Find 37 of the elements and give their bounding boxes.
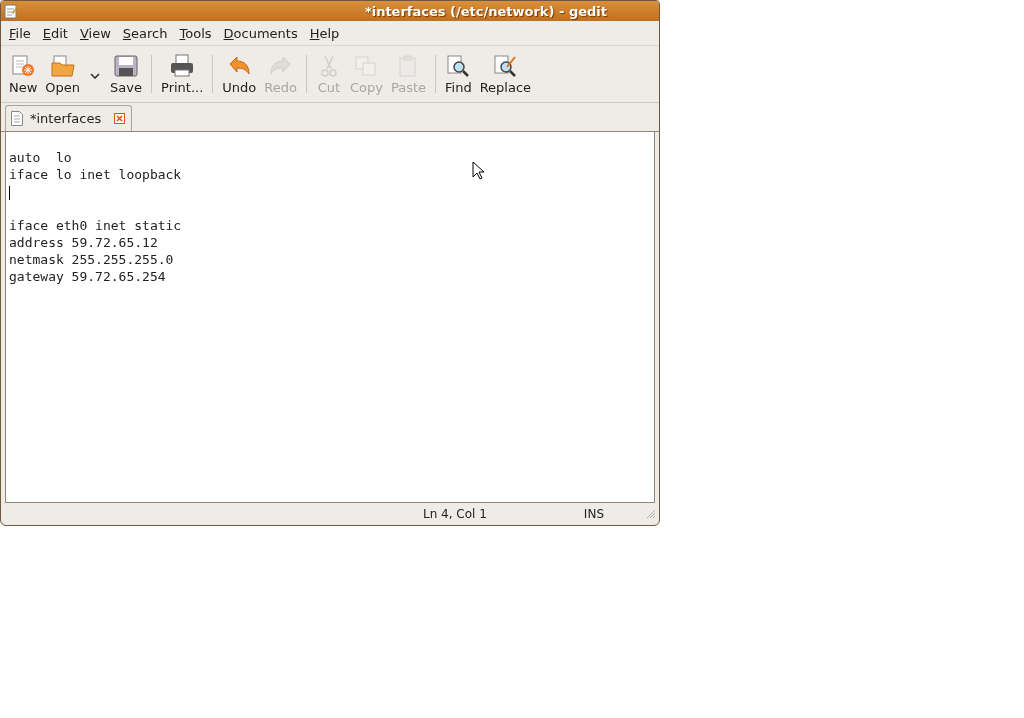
close-icon[interactable]: [114, 113, 126, 124]
toolbar-button[interactable]: Replace: [475, 49, 536, 99]
toolbar-button[interactable]: New: [5, 49, 42, 99]
new-document-icon: [10, 53, 37, 78]
notepad-icon: [3, 3, 19, 19]
text-editor[interactable]: auto lo iface lo inet loopback iface eth0 inet static address 59.72.65.12 netmask 255.255.255.0 gateway 59.72.65.254: [5, 132, 655, 503]
menu-item[interactable]: File: [3, 23, 37, 43]
menu-item[interactable]: Tools: [173, 23, 218, 43]
cursor-position: Ln 4, Col 1: [423, 507, 487, 521]
toolbar-button[interactable]: Undo: [218, 49, 261, 99]
code-line: iface lo inet loopback: [9, 167, 182, 182]
window-title: *interfaces (/etc/network) - gedit: [364, 3, 607, 19]
document-tab[interactable]: *interfaces: [5, 105, 133, 131]
folder-icon: [49, 53, 76, 78]
caret-icon: [90, 72, 101, 79]
toolbar-button[interactable]: Find: [441, 49, 476, 99]
code-line: netmask 255.255.255.0: [9, 252, 174, 267]
magnifier-pencil-icon: [492, 53, 519, 78]
resize-grip-icon[interactable]: [646, 509, 656, 519]
menu-item[interactable]: Documents: [217, 23, 304, 43]
mouse-pointer-icon: [472, 161, 484, 180]
toolbar-button[interactable]: Print...: [157, 49, 208, 99]
menu-item[interactable]: Edit: [36, 23, 74, 43]
tab-label: *interfaces: [30, 111, 102, 126]
menu-item[interactable]: View: [73, 23, 117, 43]
printer-icon: [169, 53, 196, 78]
code-line: auto lo: [9, 150, 72, 165]
toolbar-button[interactable]: Save: [106, 49, 146, 99]
code-line: iface eth0 inet static: [9, 218, 182, 233]
insert-mode: INS: [583, 507, 604, 521]
toolbar-button[interactable]: Open: [41, 49, 85, 99]
code-line: address 59.72.65.12: [9, 235, 158, 250]
text-cursor: [9, 185, 10, 200]
menu-item[interactable]: Help: [303, 23, 346, 43]
menu-item[interactable]: Search: [116, 23, 174, 43]
document-icon: [11, 111, 23, 126]
code-line: gateway 59.72.65.254: [9, 269, 166, 284]
